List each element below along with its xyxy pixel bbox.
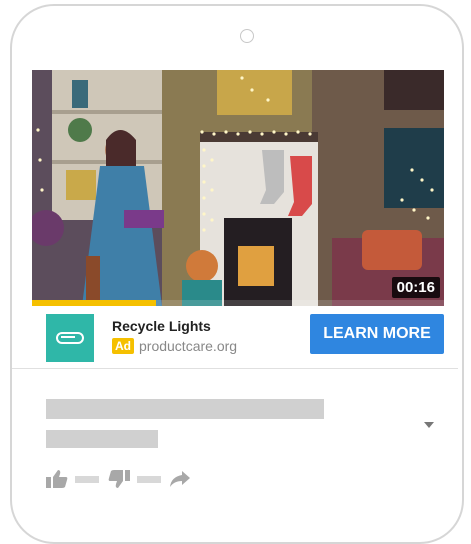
brand-mark-icon <box>56 332 84 344</box>
title-placeholder <box>46 399 324 419</box>
thumbs-down-icon[interactable] <box>108 470 130 488</box>
ad-domain[interactable]: productcare.org <box>139 338 237 354</box>
video-player[interactable]: 00:16 <box>32 70 444 306</box>
subtitle-placeholder <box>46 430 158 448</box>
divider <box>12 368 458 369</box>
ad-meta: Ad productcare.org <box>112 338 237 354</box>
ad-card[interactable]: Recycle Lights Ad productcare.org LEARN … <box>32 306 444 366</box>
video-thumbnail <box>32 70 444 306</box>
ad-title[interactable]: Recycle Lights <box>112 318 211 334</box>
like-count-placeholder <box>75 475 99 483</box>
ad-badge: Ad <box>112 338 134 354</box>
advertiser-logo <box>46 314 94 362</box>
video-duration: 00:16 <box>391 277 440 298</box>
thumbs-up-icon[interactable] <box>46 470 68 488</box>
learn-more-button[interactable]: LEARN MORE <box>310 314 444 354</box>
camera-icon <box>240 29 254 43</box>
action-bar <box>46 470 190 488</box>
dislike-count-placeholder <box>137 475 161 483</box>
share-arrow-icon[interactable] <box>170 471 190 487</box>
chevron-down-icon[interactable] <box>424 422 434 428</box>
